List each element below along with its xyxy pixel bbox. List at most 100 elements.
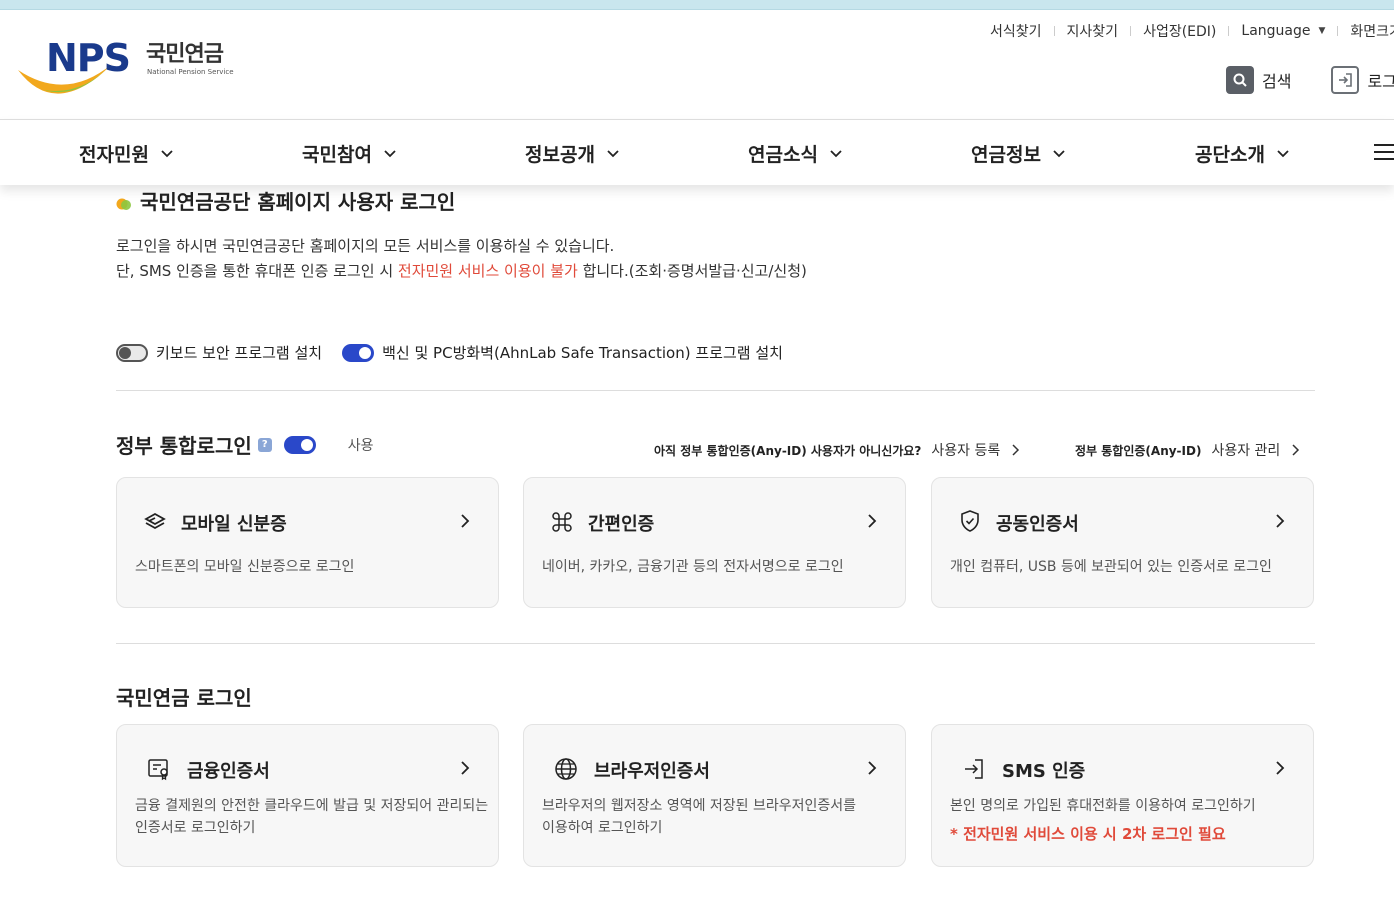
sms-auth-card[interactable]: SMS 인증 본인 명의로 가입된 휴대전화를 이용하여 로그인하기 * 전자민… bbox=[931, 724, 1314, 867]
card-title: 공동인증서 bbox=[996, 514, 1079, 535]
logo-kr-text: 국민연금 bbox=[146, 42, 224, 67]
card-desc-line: 금융 결제원의 안전한 클라우드에 발급 및 저장되어 관리되는 bbox=[135, 798, 489, 814]
card-title: 간편인증 bbox=[588, 514, 655, 535]
top-accent-bar bbox=[0, 0, 1394, 10]
gnb-disclosure[interactable]: 정보공개 bbox=[525, 140, 619, 167]
card-title: 브라우저인증서 bbox=[594, 761, 710, 782]
util-form-search[interactable]: 서식찾기 bbox=[990, 21, 1042, 41]
util-edi[interactable]: 사업장(EDI) bbox=[1143, 21, 1216, 41]
divider bbox=[1130, 26, 1132, 36]
certificate-icon bbox=[148, 759, 168, 781]
card-desc: 개인 컴퓨터, USB 등에 보관되어 있는 인증서로 로그인 bbox=[950, 559, 1272, 575]
anyid-register-link[interactable]: 아직 정부 통합인증(Any-ID) 사용자가 아니신가요? 사용자 등록 bbox=[654, 440, 1020, 460]
help-icon[interactable]: ? bbox=[257, 437, 272, 452]
chevron-right-icon bbox=[461, 514, 470, 528]
chevron-right-icon bbox=[461, 761, 470, 775]
util-screen-size[interactable]: 화면크기 bbox=[1350, 21, 1394, 41]
util-branch-search[interactable]: 지사찾기 bbox=[1067, 21, 1119, 41]
chevron-right-icon bbox=[868, 514, 877, 528]
login-icon bbox=[1331, 66, 1360, 94]
gnb-e-civil[interactable]: 전자민원 bbox=[79, 140, 173, 167]
chevron-down-icon bbox=[1277, 149, 1289, 157]
divider bbox=[1228, 26, 1230, 36]
gnb-label: 연금정보 bbox=[971, 144, 1041, 166]
main-navigation: 전자민원 국민참여 정보공개 연금소식 연금정보 공단소개 bbox=[0, 119, 1394, 185]
chevron-right-icon bbox=[1276, 761, 1285, 775]
gnb-about[interactable]: 공단소개 bbox=[1195, 140, 1289, 167]
vaccine-firewall-label: 백신 및 PC방화벽(AhnLab Safe Transaction) 프로그램… bbox=[382, 344, 783, 362]
gnb-participation[interactable]: 국민참여 bbox=[302, 140, 396, 167]
caret-down-icon[interactable]: ▼ bbox=[1318, 26, 1325, 36]
globe-icon bbox=[555, 758, 577, 780]
gnb-label: 국민참여 bbox=[302, 144, 372, 166]
card-desc-line: 브라우저의 웹저장소 영역에 저장된 브라우저인증서를 bbox=[542, 798, 857, 814]
utility-links: 서식찾기 지사찾기 사업장(EDI) Language ▼ 화면크기 bbox=[990, 21, 1394, 41]
joint-certificate-card[interactable]: 공동인증서 개인 컴퓨터, USB 등에 보관되어 있는 인증서로 로그인 bbox=[931, 477, 1314, 608]
chevron-right-icon bbox=[1292, 444, 1300, 456]
security-program-toggles: 키보드 보안 프로그램 설치 백신 및 PC방화벽(AhnLab Safe Tr… bbox=[116, 342, 783, 363]
divider bbox=[116, 390, 1315, 391]
search-label: 검색 bbox=[1262, 72, 1292, 91]
hamburger-menu-icon[interactable] bbox=[1374, 144, 1394, 165]
page-title: 국민연금공단 홈페이지 사용자 로그인 bbox=[116, 186, 455, 215]
gov-login-use-toggle[interactable] bbox=[283, 435, 316, 454]
vaccine-firewall-toggle[interactable] bbox=[342, 343, 375, 362]
card-title: 모바일 신분증 bbox=[181, 514, 287, 535]
logo-en-text: National Pension Service bbox=[147, 68, 234, 76]
login-button[interactable]: 로그인 bbox=[1331, 66, 1394, 94]
mobile-id-card[interactable]: 모바일 신분증 스마트폰의 모바일 신분증으로 로그인 bbox=[116, 477, 499, 608]
gnb-label: 연금소식 bbox=[748, 144, 818, 166]
card-desc: 금융 결제원의 안전한 클라우드에 발급 및 저장되어 관리되는 인증서로 로그인… bbox=[135, 795, 488, 839]
desc-line-2: 단, SMS 인증을 통한 휴대폰 인증 로그인 시 전자민원 서비스 이용이 … bbox=[116, 259, 807, 284]
chevron-right-icon bbox=[1276, 514, 1285, 528]
anyid-manage-link[interactable]: 정부 통합인증(Any-ID) 사용자 관리 bbox=[1075, 440, 1300, 460]
sms-warning-note: * 전자민원 서비스 이용 시 2차 로그인 필요 bbox=[950, 825, 1226, 843]
layers-icon bbox=[144, 512, 166, 530]
card-desc-line: 이용하여 로그인하기 bbox=[542, 820, 663, 836]
card-title: SMS 인증 bbox=[1002, 761, 1086, 782]
header-tools: 검색 로그인 bbox=[1226, 66, 1394, 94]
chevron-down-icon bbox=[830, 149, 842, 157]
command-icon bbox=[552, 512, 572, 532]
keyboard-security-label: 키보드 보안 프로그램 설치 bbox=[156, 344, 323, 362]
chevron-down-icon bbox=[384, 149, 396, 157]
card-title: 금융인증서 bbox=[187, 761, 270, 782]
card-desc: 네이버, 카카오, 금융기관 등의 전자서명으로 로그인 bbox=[542, 559, 844, 575]
card-desc: 브라우저의 웹저장소 영역에 저장된 브라우저인증서를이용하여 로그인하기 bbox=[542, 795, 856, 839]
simple-auth-card[interactable]: 간편인증 네이버, 카카오, 금융기관 등의 전자서명으로 로그인 bbox=[523, 477, 906, 608]
chevron-down-icon bbox=[607, 149, 619, 157]
anyid-question: 아직 정부 통합인증(Any-ID) 사용자가 아니신가요? bbox=[654, 443, 922, 458]
divider bbox=[1053, 26, 1055, 36]
chevron-right-icon bbox=[868, 761, 877, 775]
chevron-down-icon bbox=[161, 149, 173, 157]
login-description: 로그인을 하시면 국민연금공단 홈페이지의 모든 서비스를 이용하실 수 있습니… bbox=[116, 234, 807, 284]
browser-certificate-card[interactable]: 브라우저인증서 브라우저의 웹저장소 영역에 저장된 브라우저인증서를이용하여 … bbox=[523, 724, 906, 867]
login-label: 로그인 bbox=[1367, 72, 1394, 91]
gnb-label: 정보공개 bbox=[525, 144, 595, 166]
nps-logo[interactable]: NPS 국민연금 National Pension Service bbox=[16, 34, 246, 104]
search-icon bbox=[1226, 66, 1254, 94]
anyid-register-label: 사용자 등록 bbox=[931, 443, 1001, 459]
header: NPS 국민연금 National Pension Service 서식찾기 지… bbox=[0, 10, 1394, 120]
gnb-news[interactable]: 연금소식 bbox=[748, 140, 842, 167]
shield-icon bbox=[961, 510, 979, 532]
search-button[interactable]: 검색 bbox=[1226, 66, 1291, 94]
util-language[interactable]: Language bbox=[1241, 23, 1310, 39]
nps-login-title: 국민연금 로그인 bbox=[116, 686, 252, 710]
gnb-label: 공단소개 bbox=[1195, 144, 1265, 166]
page-title-text: 국민연금공단 홈페이지 사용자 로그인 bbox=[140, 190, 456, 214]
divider bbox=[1337, 26, 1339, 36]
desc-text: 합니다.(조회·증명서발급·신고/신청) bbox=[577, 262, 807, 280]
card-desc: 본인 명의로 가입된 휴대전화를 이용하여 로그인하기 bbox=[950, 798, 1256, 814]
title-bullet-icon bbox=[116, 193, 132, 210]
chevron-down-icon bbox=[1053, 149, 1065, 157]
gov-login-title: 정부 통합로그인 bbox=[116, 434, 252, 458]
keyboard-security-toggle[interactable] bbox=[116, 343, 148, 362]
chevron-right-icon bbox=[1012, 444, 1020, 456]
gnb-pension-info[interactable]: 연금정보 bbox=[971, 140, 1065, 167]
financial-certificate-card[interactable]: 금융인증서 금융 결제원의 안전한 클라우드에 발급 및 저장되어 관리되는 인증… bbox=[116, 724, 499, 867]
card-desc: 스마트폰의 모바일 신분증으로 로그인 bbox=[135, 559, 355, 575]
desc-warning-text: 전자민원 서비스 이용이 불가 bbox=[397, 262, 578, 280]
desc-line-1: 로그인을 하시면 국민연금공단 홈페이지의 모든 서비스를 이용하실 수 있습니… bbox=[116, 237, 615, 255]
gov-login-heading: 정부 통합로그인 ? 사용 bbox=[116, 430, 374, 459]
